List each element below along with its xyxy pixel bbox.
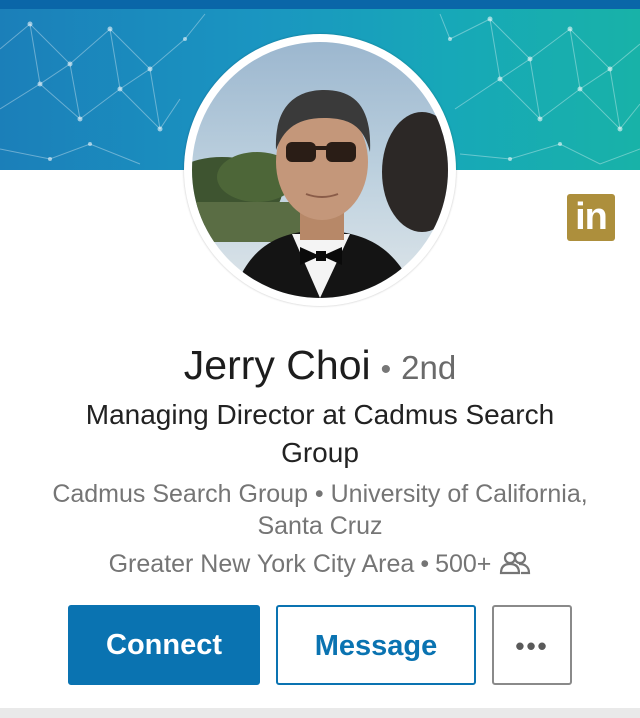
message-button[interactable]: Message [276,605,476,685]
name-separator: • [380,353,392,386]
location-separator: • [420,550,430,578]
location: Greater New York City Area [108,550,415,578]
profile-headline: Managing Director at Cadmus Search Group [85,399,555,468]
connections-count[interactable]: 500+ [435,550,491,578]
people-icon [499,551,531,583]
profile-name: Jerry Choi [183,342,371,388]
profile-photo [192,42,448,298]
bottom-divider [0,708,640,718]
connect-button[interactable]: Connect [68,605,260,685]
more-options-icon[interactable]: ••• [492,605,572,685]
company-education: Cadmus Search Group • University of Cali… [52,480,588,540]
top-strip [0,0,640,9]
linkedin-icon: in [567,194,615,241]
avatar-frame [184,34,456,306]
location-line: Greater New York City Area • 500+ [0,548,640,583]
avatar[interactable] [192,42,448,298]
connection-degree: 2nd [401,349,457,386]
profile-name-line: Jerry Choi • 2nd [0,342,640,389]
